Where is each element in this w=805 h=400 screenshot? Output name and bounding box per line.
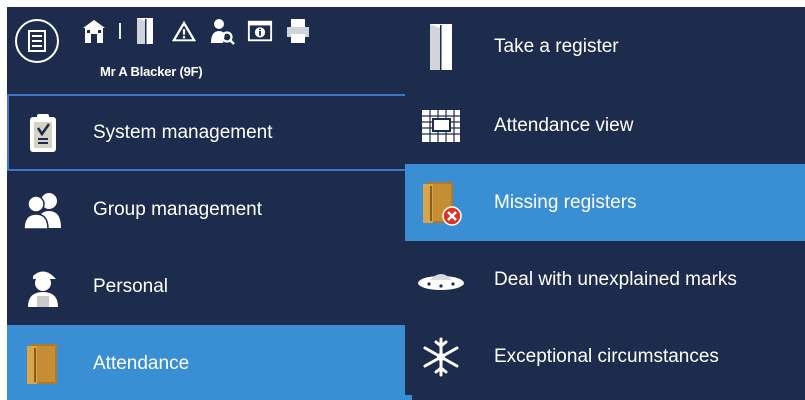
ufo-icon bbox=[417, 256, 465, 304]
main-menu-button[interactable] bbox=[15, 19, 59, 63]
menu-item-label: Attendance bbox=[93, 352, 190, 374]
menu-document-icon bbox=[28, 30, 46, 52]
warning-icon[interactable] bbox=[171, 17, 197, 45]
left-menu: System management Group management Perso… bbox=[7, 94, 412, 400]
grid-view-icon bbox=[417, 102, 465, 150]
menu-item-label: Personal bbox=[93, 275, 168, 297]
submenu-item-unexplained-marks[interactable]: Deal with unexplained marks bbox=[405, 241, 805, 318]
book-missing-icon bbox=[417, 179, 465, 227]
submenu-item-label: Take a register bbox=[494, 36, 619, 57]
menu-item-label: System management bbox=[93, 121, 273, 143]
register-book-icon bbox=[21, 342, 65, 386]
register-door-icon[interactable] bbox=[133, 17, 159, 45]
info-window-icon[interactable] bbox=[247, 17, 273, 45]
menu-item-personal[interactable]: Personal bbox=[7, 248, 412, 325]
menu-item-group-management[interactable]: Group management bbox=[7, 171, 412, 248]
clipboard-icon bbox=[21, 111, 65, 155]
submenu-item-missing-registers[interactable]: Missing registers bbox=[405, 164, 805, 241]
open-door-icon bbox=[417, 23, 465, 71]
menu-item-system-management[interactable]: System management bbox=[7, 94, 412, 171]
menu-item-attendance[interactable]: Attendance bbox=[7, 325, 412, 400]
submenu-item-label: Missing registers bbox=[494, 191, 637, 213]
printer-icon[interactable] bbox=[285, 17, 311, 45]
submenu-item-label: Attendance view bbox=[494, 114, 634, 136]
submenu-item-attendance-view[interactable]: Attendance view bbox=[405, 87, 805, 164]
submenu-item-label: Exceptional circumstances bbox=[494, 345, 719, 367]
user-name: Mr A Blacker (9F) bbox=[100, 64, 203, 79]
submenu-item-take-register[interactable]: Take a register bbox=[405, 7, 805, 87]
attendance-submenu: Take a register Attendance view Missing … bbox=[405, 7, 805, 400]
snowflake-icon bbox=[417, 333, 465, 381]
group-people-icon bbox=[21, 188, 65, 232]
person-search-icon[interactable] bbox=[209, 17, 235, 45]
school-building-icon[interactable] bbox=[81, 17, 107, 45]
toolbar bbox=[81, 13, 311, 49]
person-cap-icon bbox=[21, 265, 65, 309]
toolbar-separator bbox=[119, 23, 121, 39]
submenu-item-exceptional-circumstances[interactable]: Exceptional circumstances bbox=[405, 318, 805, 395]
submenu-item-label: Deal with unexplained marks bbox=[494, 268, 737, 290]
header: Mr A Blacker (9F) bbox=[7, 7, 412, 94]
menu-item-label: Group management bbox=[93, 198, 262, 220]
